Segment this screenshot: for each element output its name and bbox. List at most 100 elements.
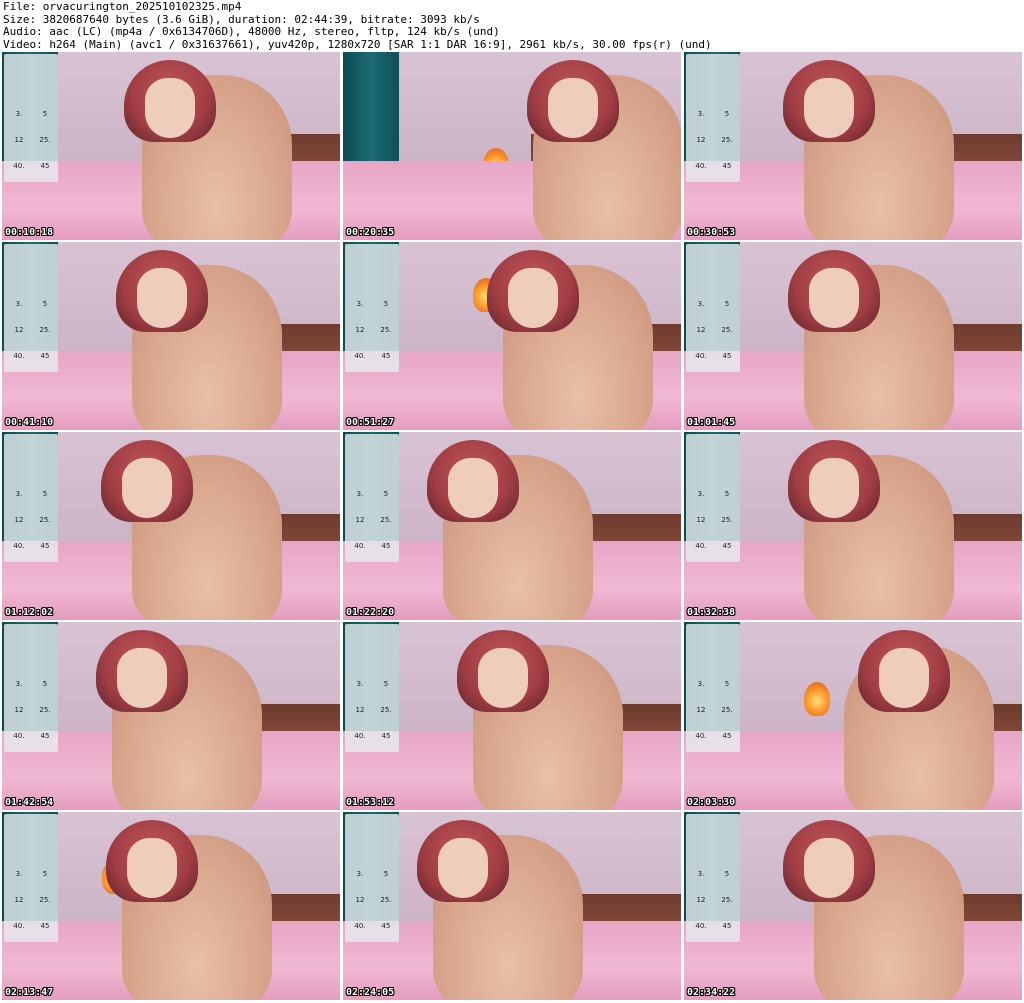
video-thumbnail: 00:20:35 bbox=[343, 52, 681, 240]
video-thumbnail: 3. 5 12 25. 40. 45 01:32:38 bbox=[684, 432, 1022, 620]
tip-menu-cell: 25. bbox=[39, 706, 51, 714]
tip-menu-cell: 3. bbox=[356, 300, 364, 308]
tip-menu-cell: 5 bbox=[383, 870, 389, 878]
tip-menu-cell: 5 bbox=[724, 300, 730, 308]
tip-menu-cell: 12 bbox=[696, 326, 706, 334]
tip-menu-cell: 12 bbox=[696, 516, 706, 524]
tip-menu-cell: 45 bbox=[40, 922, 50, 930]
video-thumbnail: 3. 5 12 25. 40. 45 01:12:02 bbox=[2, 432, 340, 620]
tip-menu-cell: 3. bbox=[356, 490, 364, 498]
tip-menu-cell: 12 bbox=[14, 136, 24, 144]
tip-menu-cell: 25. bbox=[721, 706, 733, 714]
face bbox=[548, 78, 598, 138]
tip-menu-cell: 40. bbox=[354, 922, 366, 930]
tip-menu-cell: 3. bbox=[15, 110, 23, 118]
face bbox=[809, 458, 859, 518]
lamp bbox=[804, 682, 830, 716]
tip-menu-cell: 25. bbox=[380, 706, 392, 714]
tip-menu-cell: 3. bbox=[697, 870, 705, 878]
tip-menu-cell: 3. bbox=[697, 110, 705, 118]
face bbox=[508, 268, 558, 328]
tip-menu-cell: 12 bbox=[14, 896, 24, 904]
tip-menu-cell: 25. bbox=[380, 516, 392, 524]
tip-menu-cell: 12 bbox=[696, 896, 706, 904]
video-thumbnail: 3. 5 12 25. 40. 45 02:34:22 bbox=[684, 812, 1022, 1000]
tip-menu-overlay: 3. 5 12 25. 40. 45 bbox=[686, 814, 740, 942]
tip-menu-cell: 5 bbox=[42, 300, 48, 308]
timestamp-label: 01:53:12 bbox=[346, 797, 395, 808]
tip-menu-overlay: 3. 5 12 25. 40. 45 bbox=[345, 624, 399, 752]
tip-menu-cell: 25. bbox=[39, 896, 51, 904]
video-thumbnail: 3. 5 12 25. 40. 45 02:24:05 bbox=[343, 812, 681, 1000]
timestamp-label: 02:24:05 bbox=[346, 987, 395, 998]
tip-menu-cell: 45 bbox=[40, 732, 50, 740]
tip-menu-overlay: 3. 5 12 25. 40. 45 bbox=[345, 244, 399, 372]
video-line: Video: h264 (Main) (avc1 / 0x31637661), … bbox=[3, 37, 712, 51]
face bbox=[809, 268, 859, 328]
tip-menu-overlay: 3. 5 12 25. 40. 45 bbox=[686, 54, 740, 182]
tip-menu-cell: 45 bbox=[381, 732, 391, 740]
tip-menu-cell: 5 bbox=[42, 110, 48, 118]
tip-menu-cell: 5 bbox=[42, 490, 48, 498]
timestamp-label: 00:51:27 bbox=[346, 417, 395, 428]
tip-menu-cell: 5 bbox=[383, 680, 389, 688]
face bbox=[117, 648, 167, 708]
tip-menu-cell: 5 bbox=[724, 870, 730, 878]
tip-menu-cell: 3. bbox=[15, 300, 23, 308]
timestamp-label: 02:13:47 bbox=[5, 987, 54, 998]
video-thumbnail: 3. 5 12 25. 40. 45 01:01:45 bbox=[684, 242, 1022, 430]
tip-menu-cell: 40. bbox=[354, 352, 366, 360]
tip-menu-cell: 45 bbox=[722, 352, 732, 360]
tip-menu-cell: 40. bbox=[695, 542, 707, 550]
tip-menu-overlay: 3. 5 12 25. 40. 45 bbox=[686, 434, 740, 562]
tip-menu-cell: 45 bbox=[722, 732, 732, 740]
timestamp-label: 01:12:02 bbox=[5, 607, 54, 618]
timestamp-label: 02:03:30 bbox=[687, 797, 736, 808]
video-thumbnail: 3. 5 12 25. 40. 45 00:10:18 bbox=[2, 52, 340, 240]
tip-menu-cell: 12 bbox=[696, 706, 706, 714]
tip-menu-cell: 45 bbox=[381, 922, 391, 930]
tip-menu-cell: 40. bbox=[695, 922, 707, 930]
tip-menu-overlay: 3. 5 12 25. 40. 45 bbox=[4, 434, 58, 562]
tip-menu-cell: 25. bbox=[39, 516, 51, 524]
video-thumbnail: 3. 5 12 25. 40. 45 01:42:54 bbox=[2, 622, 340, 810]
timestamp-label: 00:10:18 bbox=[5, 227, 54, 238]
timestamp-label: 01:42:54 bbox=[5, 797, 54, 808]
tip-menu-cell: 5 bbox=[42, 870, 48, 878]
tip-menu-cell: 3. bbox=[15, 680, 23, 688]
timestamp-label: 00:30:53 bbox=[687, 227, 736, 238]
tip-menu-cell: 12 bbox=[14, 516, 24, 524]
tip-menu-cell: 25. bbox=[721, 896, 733, 904]
timestamp-label: 00:20:35 bbox=[346, 227, 395, 238]
tip-menu-cell: 45 bbox=[40, 162, 50, 170]
audio-line: Audio: aac (LC) (mp4a / 0x6134706D), 480… bbox=[3, 25, 500, 38]
tip-menu-cell: 3. bbox=[697, 300, 705, 308]
tip-menu-cell: 3. bbox=[356, 680, 364, 688]
video-thumbnail: 3. 5 12 25. 40. 45 00:41:10 bbox=[2, 242, 340, 430]
tip-menu-cell: 12 bbox=[355, 326, 365, 334]
timestamp-label: 02:34:22 bbox=[687, 987, 736, 998]
face bbox=[448, 458, 498, 518]
tip-menu-overlay: 3. 5 12 25. 40. 45 bbox=[345, 434, 399, 562]
tip-menu-cell: 45 bbox=[722, 542, 732, 550]
tip-menu-cell: 25. bbox=[721, 136, 733, 144]
face bbox=[137, 268, 187, 328]
tip-menu-cell: 3. bbox=[15, 490, 23, 498]
face bbox=[145, 78, 195, 138]
tip-menu-cell: 40. bbox=[695, 732, 707, 740]
tip-menu-cell: 3. bbox=[697, 680, 705, 688]
tip-menu-cell: 3. bbox=[356, 870, 364, 878]
tip-menu-cell: 5 bbox=[383, 490, 389, 498]
face bbox=[804, 78, 854, 138]
tip-menu-cell: 25. bbox=[380, 326, 392, 334]
tip-menu-cell: 25. bbox=[380, 896, 392, 904]
thumbnail-grid: 3. 5 12 25. 40. 45 00:10:18 00:20:35 3. 5 12 25. 40.… bbox=[2, 52, 1022, 1003]
tip-menu-overlay: 3. 5 12 25. 40. 45 bbox=[4, 814, 58, 942]
video-thumbnail: 3. 5 12 25. 40. 45 02:13:47 bbox=[2, 812, 340, 1000]
video-thumbnail: 3. 5 12 25. 40. 45 01:53:12 bbox=[343, 622, 681, 810]
tip-menu-cell: 12 bbox=[14, 706, 24, 714]
tip-menu-cell: 40. bbox=[354, 542, 366, 550]
tip-menu-cell: 5 bbox=[724, 680, 730, 688]
tip-menu-cell: 40. bbox=[13, 352, 25, 360]
file-info-header: File: orvacurington_202510102325.mp4 Siz… bbox=[3, 0, 1021, 51]
